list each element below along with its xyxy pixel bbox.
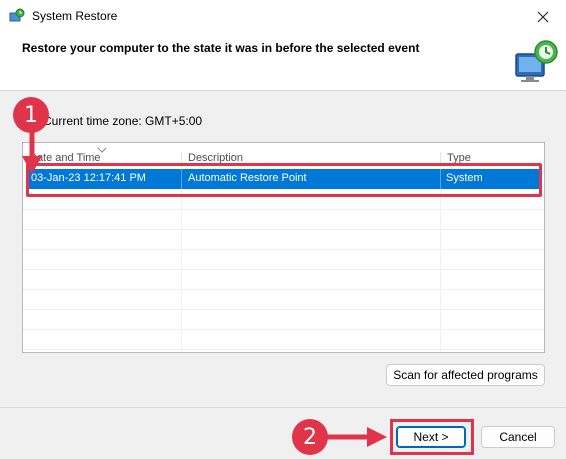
monitor-restore-icon bbox=[512, 38, 560, 84]
next-highlight-box bbox=[390, 419, 474, 455]
title-bar: System Restore bbox=[0, 0, 566, 34]
system-restore-icon bbox=[9, 8, 25, 24]
close-icon bbox=[537, 11, 549, 23]
arrow-down-icon bbox=[22, 128, 42, 174]
sort-descending-icon bbox=[97, 143, 107, 153]
grid-line bbox=[440, 189, 441, 352]
step-2-badge: 2 bbox=[292, 419, 328, 455]
grid-line bbox=[23, 289, 544, 290]
grid-line bbox=[23, 309, 544, 310]
scan-affected-programs-button[interactable]: Scan for affected programs bbox=[386, 364, 545, 386]
footer-divider bbox=[0, 407, 566, 408]
grid-line bbox=[23, 269, 544, 270]
system-restore-window: System Restore Restore your computer to … bbox=[0, 0, 566, 459]
cancel-button[interactable]: Cancel bbox=[481, 426, 555, 448]
grid-line bbox=[181, 189, 182, 352]
grid-line bbox=[23, 229, 544, 230]
row-highlight-box bbox=[26, 163, 542, 197]
header-title: Restore your computer to the state it wa… bbox=[22, 41, 420, 55]
grid-line bbox=[23, 249, 544, 250]
grid-line bbox=[23, 329, 544, 330]
grid-line bbox=[23, 349, 544, 350]
header-panel: Restore your computer to the state it wa… bbox=[0, 34, 566, 91]
arrow-right-icon bbox=[327, 427, 387, 447]
timezone-label: Current time zone: GMT+5:00 bbox=[43, 114, 203, 128]
window-title: System Restore bbox=[32, 9, 118, 23]
grid-line bbox=[23, 209, 544, 210]
close-button[interactable] bbox=[520, 0, 566, 34]
